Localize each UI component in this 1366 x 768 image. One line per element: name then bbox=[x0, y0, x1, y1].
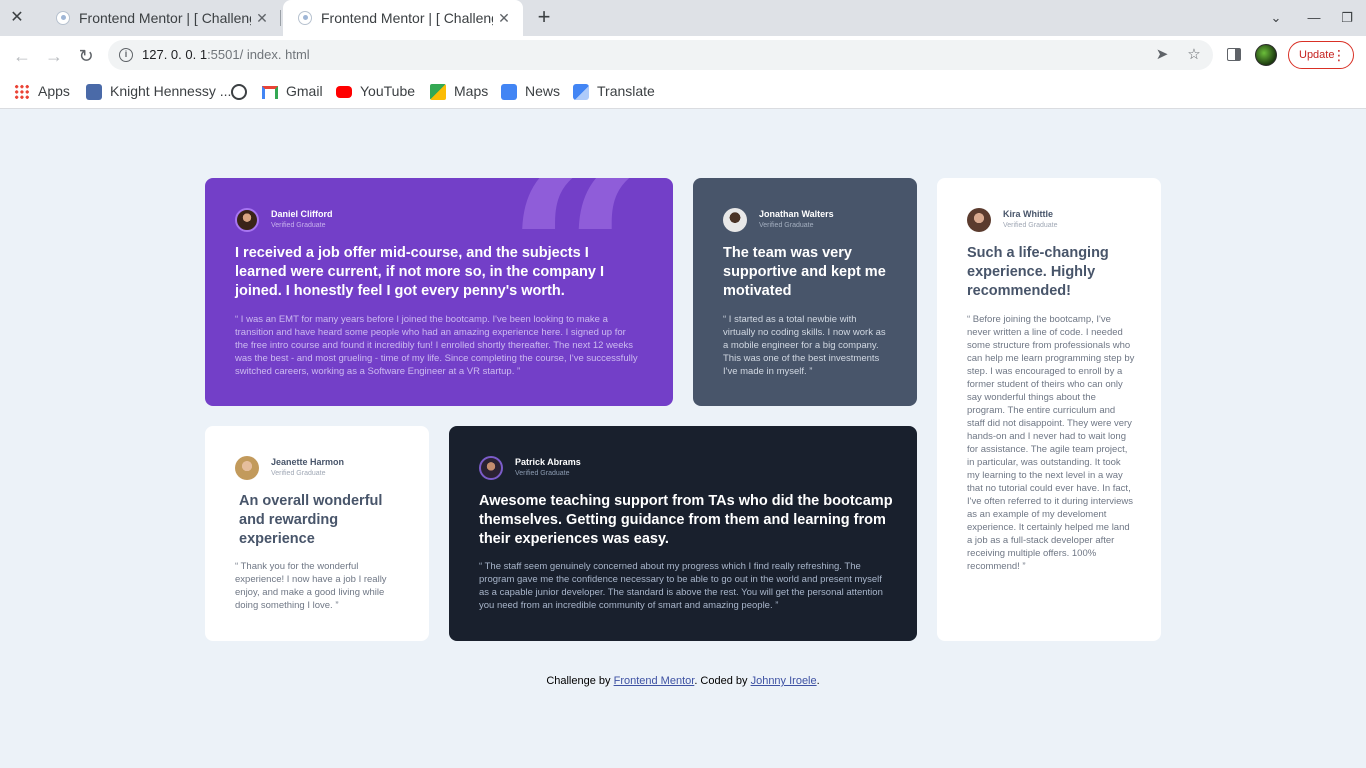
site-info-icon[interactable]: i bbox=[119, 48, 133, 62]
bookmark-label: News bbox=[525, 83, 561, 99]
tab-search-chevron-icon[interactable]: ⌄ bbox=[1266, 8, 1286, 28]
attribution-suffix: . bbox=[816, 675, 820, 687]
author-name: Jonathan Walters bbox=[759, 209, 834, 219]
avatar bbox=[967, 208, 991, 232]
url-path: :5501/ index. html bbox=[207, 47, 310, 62]
more-menu-icon[interactable]: ⋮ bbox=[1332, 42, 1346, 68]
frontend-mentor-favicon-icon bbox=[56, 11, 70, 25]
bookmark-label: Knight Hennessy ... bbox=[110, 83, 232, 99]
testimonial-card-kira: Kira Whittle Verified Graduate Such a li… bbox=[937, 178, 1161, 641]
update-label: Update bbox=[1299, 49, 1335, 61]
browser-toolbar: ← → ↻ i 127. 0. 0. 1:5501/ index. html ➤… bbox=[0, 36, 1366, 74]
bookmark-label: Translate bbox=[597, 83, 655, 99]
author-role: Verified Graduate bbox=[759, 222, 814, 229]
youtube-icon bbox=[336, 86, 352, 98]
tab-title: Frontend Mentor | [ Challenge bbox=[321, 10, 493, 26]
tab-close-icon[interactable]: ✕ bbox=[253, 9, 271, 27]
testimonial-card-jeanette: Jeanette Harmon Verified Graduate An ove… bbox=[205, 426, 429, 641]
author-name: Jeanette Harmon bbox=[271, 457, 345, 467]
translate-icon bbox=[573, 84, 589, 100]
reload-icon[interactable]: ↻ bbox=[74, 44, 98, 68]
frontend-mentor-favicon-icon bbox=[298, 11, 312, 25]
attribution-middle: . Coded by bbox=[694, 675, 751, 687]
attribution-prefix: Challenge by bbox=[546, 675, 614, 687]
frontend-mentor-link[interactable]: Frontend Mentor bbox=[614, 675, 695, 687]
send-share-icon[interactable]: ➤ bbox=[1152, 45, 1172, 65]
browser-tab-1[interactable]: Frontend Mentor | [ Challenge ✕ bbox=[41, 0, 281, 36]
testimonial-body: “ The staff seem genuinely concerned abo… bbox=[479, 561, 883, 611]
new-tab-button[interactable]: + bbox=[532, 6, 556, 30]
tab-title: Frontend Mentor | [ Challenge bbox=[79, 10, 251, 26]
avatar bbox=[723, 208, 747, 232]
testimonial-body: “ I was an EMT for many years before I j… bbox=[235, 314, 638, 377]
maps-icon bbox=[430, 84, 446, 100]
testimonial-headline: The team was very supportive and kept me… bbox=[723, 245, 886, 299]
testimonial-headline: Such a life-changing experience. Highly … bbox=[967, 245, 1109, 299]
globe-icon bbox=[231, 84, 247, 100]
side-panel-icon[interactable] bbox=[1227, 48, 1241, 61]
url-text[interactable]: 127. 0. 0. 1:5501/ index. html bbox=[142, 47, 310, 62]
avatar bbox=[235, 456, 259, 480]
testimonial-card-patrick: Patrick Abrams Verified Graduate Awesome… bbox=[449, 426, 917, 641]
minimize-icon[interactable]: — bbox=[1304, 8, 1324, 28]
author-link[interactable]: Johnny Iroele bbox=[751, 675, 817, 687]
restore-icon[interactable]: ❐ bbox=[1337, 8, 1357, 28]
bookmark-label: Apps bbox=[38, 83, 70, 99]
forward-arrow-icon[interactable]: → bbox=[42, 44, 66, 68]
bookmark-globe[interactable] bbox=[231, 82, 247, 102]
apps-grid-icon bbox=[14, 84, 30, 100]
testimonial-body: “ Before joining the bootcamp, I've neve… bbox=[967, 314, 1135, 572]
update-button[interactable]: Update ⋮ bbox=[1288, 41, 1354, 69]
author-name: Patrick Abrams bbox=[515, 457, 581, 467]
bookmark-star-icon[interactable]: ☆ bbox=[1184, 45, 1204, 65]
testimonial-card-jonathan: Jonathan Walters Verified Graduate The t… bbox=[693, 178, 917, 406]
avatar bbox=[235, 208, 259, 232]
testimonial-card-daniel: “ Daniel Clifford Verified Graduate I re… bbox=[205, 178, 673, 406]
gmail-icon bbox=[262, 86, 278, 99]
window-close-icon[interactable]: ✕ bbox=[6, 7, 28, 29]
author-role: Verified Graduate bbox=[271, 470, 326, 477]
testimonial-body: “ Thank you for the wonderful experience… bbox=[235, 561, 387, 611]
testimonial-headline: I received a job offer mid-course, and t… bbox=[235, 245, 605, 299]
attribution: Challenge by Frontend Mentor. Coded by J… bbox=[0, 675, 1366, 687]
tab-close-icon[interactable]: ✕ bbox=[495, 9, 513, 27]
news-icon bbox=[501, 84, 517, 100]
testimonial-headline: Awesome teaching support from TAs who di… bbox=[479, 493, 893, 547]
bookmark-label: YouTube bbox=[360, 83, 416, 99]
bookmark-label: Gmail bbox=[286, 83, 323, 99]
tab-strip: ✕ Frontend Mentor | [ Challenge ✕ Fronte… bbox=[0, 0, 1366, 36]
bookmark-label: Maps bbox=[454, 83, 489, 99]
author-role: Verified Graduate bbox=[271, 222, 326, 229]
author-role: Verified Graduate bbox=[1003, 222, 1058, 229]
back-arrow-icon[interactable]: ← bbox=[10, 44, 34, 68]
author-name: Daniel Clifford bbox=[271, 209, 333, 219]
browser-tab-2-active[interactable]: Frontend Mentor | [ Challenge ✕ bbox=[283, 0, 523, 36]
testimonial-headline: An overall wonderful and rewarding exper… bbox=[239, 493, 383, 547]
author-name: Kira Whittle bbox=[1003, 209, 1054, 219]
bookmarks-bar: Apps Knight Hennessy ... Gmail YouTube M… bbox=[0, 74, 1366, 109]
avatar bbox=[479, 456, 503, 480]
testimonial-body: “ I started as a total newbie with virtu… bbox=[723, 314, 886, 377]
address-bar[interactable]: i 127. 0. 0. 1:5501/ index. html ➤ ☆ bbox=[108, 40, 1213, 70]
knight-hennessy-icon bbox=[86, 84, 102, 100]
author-role: Verified Graduate bbox=[515, 470, 570, 477]
url-host: 127. 0. 0. 1 bbox=[142, 47, 208, 62]
profile-avatar[interactable] bbox=[1255, 44, 1277, 66]
